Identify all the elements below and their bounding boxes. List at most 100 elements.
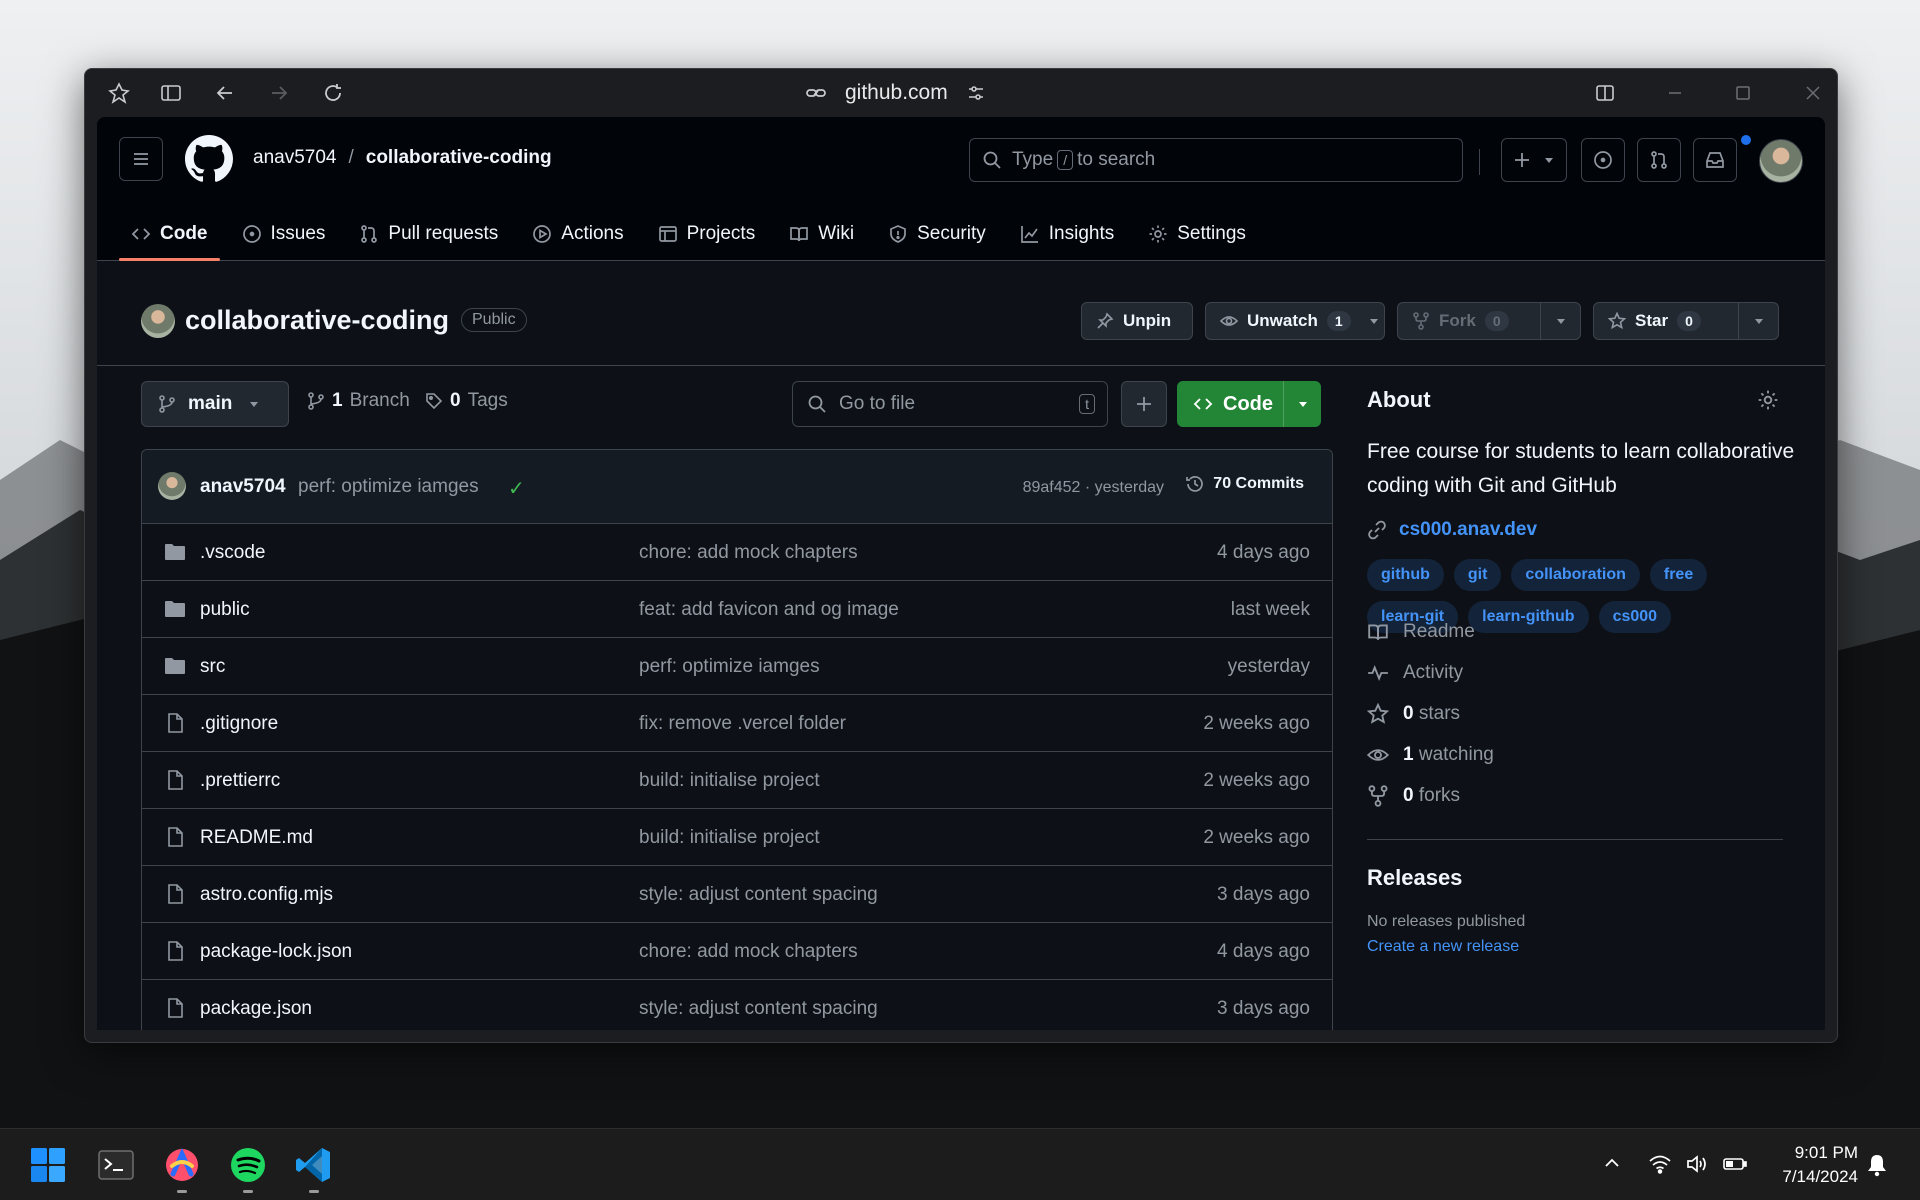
show-hidden-icons[interactable] — [1602, 1153, 1622, 1173]
file-row[interactable]: .prettierrc build: initialise project 2 we… — [142, 752, 1332, 809]
gear-icon[interactable] — [1757, 389, 1779, 416]
volume-status[interactable] — [1685, 1153, 1709, 1175]
commit-author-avatar[interactable] — [158, 472, 186, 500]
tab-insights[interactable]: Insights — [1008, 207, 1126, 261]
spotify-app[interactable] — [226, 1143, 270, 1193]
create-new-button[interactable] — [1501, 138, 1567, 182]
file-commit-message[interactable]: style: adjust content spacing — [639, 884, 878, 906]
code-dropdown[interactable] — [1283, 381, 1321, 427]
fork-button[interactable]: Fork 0 — [1397, 302, 1581, 340]
commit-message[interactable]: perf: optimize iamges — [298, 476, 479, 498]
topic-tag[interactable]: git — [1453, 559, 1502, 591]
split-view-icon[interactable] — [1593, 81, 1617, 105]
site-settings-icon[interactable] — [966, 83, 986, 103]
address-bar[interactable]: github.com — [805, 79, 986, 107]
close-icon[interactable] — [1801, 81, 1825, 105]
check-icon[interactable]: ✓ — [508, 476, 525, 501]
minimize-icon[interactable] — [1663, 81, 1687, 105]
file-name[interactable]: public — [200, 599, 250, 621]
topic-tag[interactable]: github — [1367, 559, 1444, 591]
file-commit-message[interactable]: style: adjust content spacing — [639, 998, 878, 1020]
user-avatar[interactable] — [1759, 139, 1803, 183]
fork-dropdown[interactable] — [1540, 303, 1580, 339]
file-row[interactable]: README.md build: initialise project 2 week… — [142, 809, 1332, 866]
wifi-status[interactable] — [1648, 1153, 1672, 1175]
tab-pull-requests[interactable]: Pull requests — [347, 207, 510, 261]
add-file-button[interactable] — [1121, 381, 1167, 427]
file-name[interactable]: .vscode — [200, 542, 265, 564]
file-row[interactable]: src perf: optimize iamges yesterday — [142, 638, 1332, 695]
vscode-app[interactable] — [292, 1143, 336, 1193]
reload-icon[interactable] — [321, 81, 345, 105]
topic-tag[interactable]: collaboration — [1511, 559, 1640, 591]
repo-owner-avatar[interactable] — [141, 304, 175, 338]
file-name[interactable]: package-lock.json — [200, 941, 352, 963]
url-text[interactable]: github.com — [845, 81, 948, 105]
github-logo-icon[interactable] — [185, 135, 233, 183]
activity-link[interactable]: Activity — [1367, 662, 1463, 684]
file-row[interactable]: package-lock.json chore: add mock chapter… — [142, 923, 1332, 980]
star-button[interactable]: Star 0 — [1593, 302, 1779, 340]
file-commit-message[interactable]: chore: add mock chapters — [639, 941, 858, 963]
search-input[interactable]: Type / to search — [969, 138, 1463, 182]
topic-tag[interactable]: cs000 — [1598, 601, 1672, 633]
file-name[interactable]: src — [200, 656, 225, 678]
file-commit-message[interactable]: feat: add favicon and og image — [639, 599, 899, 621]
tab-issues[interactable]: Issues — [230, 207, 338, 261]
stars-link[interactable]: 0 stars — [1367, 703, 1460, 725]
menu-button[interactable] — [119, 137, 163, 181]
notifications-button[interactable] — [1866, 1153, 1888, 1177]
file-row[interactable]: astro.config.mjs style: adjust content sp… — [142, 866, 1332, 923]
inbox-button[interactable] — [1693, 138, 1737, 182]
file-commit-message[interactable]: build: initialise project — [639, 827, 820, 849]
tab-projects[interactable]: Projects — [646, 207, 768, 261]
file-name[interactable]: README.md — [200, 827, 313, 849]
topic-tag[interactable]: free — [1649, 559, 1708, 591]
commit-author[interactable]: anav5704 — [200, 476, 286, 498]
arc-browser-app[interactable] — [160, 1143, 204, 1193]
forks-link[interactable]: 0 forks — [1367, 785, 1460, 807]
topic-tag[interactable]: learn-github — [1468, 601, 1589, 633]
repo-link[interactable]: collaborative-coding — [366, 147, 552, 169]
repo-title[interactable]: collaborative-coding — [185, 305, 449, 336]
issues-button[interactable] — [1581, 138, 1625, 182]
file-commit-message[interactable]: chore: add mock chapters — [639, 542, 858, 564]
file-commit-message[interactable]: build: initialise project — [639, 770, 820, 792]
branch-selector[interactable]: main — [141, 381, 289, 427]
browser-logo-icon[interactable] — [107, 81, 131, 105]
readme-link[interactable]: Readme — [1367, 621, 1475, 643]
start-button[interactable] — [26, 1143, 70, 1187]
owner-link[interactable]: anav5704 — [253, 147, 336, 169]
maximize-icon[interactable] — [1731, 81, 1755, 105]
unpin-button[interactable]: Unpin — [1081, 302, 1193, 340]
terminal-app[interactable] — [94, 1143, 138, 1187]
battery-status[interactable] — [1722, 1153, 1748, 1175]
system-clock[interactable]: 9:01 PM 7/14/2024 — [1782, 1141, 1858, 1189]
releases-title[interactable]: Releases — [1367, 865, 1462, 891]
create-release-link[interactable]: Create a new release — [1367, 938, 1519, 956]
tab-wiki[interactable]: Wiki — [777, 207, 866, 261]
file-name[interactable]: .prettierrc — [200, 770, 280, 792]
commits-link[interactable]: 70 Commits — [1185, 474, 1304, 494]
tab-settings[interactable]: Settings — [1136, 207, 1258, 261]
branches-link[interactable]: 1 Branch — [307, 390, 410, 412]
go-to-file-input[interactable]: Go to file t — [792, 381, 1108, 427]
file-name[interactable]: astro.config.mjs — [200, 884, 333, 906]
unwatch-button[interactable]: Unwatch 1 — [1205, 302, 1385, 340]
watchers-link[interactable]: 1 watching — [1367, 744, 1494, 766]
tab-code[interactable]: Code — [119, 207, 220, 261]
tab-actions[interactable]: Actions — [520, 207, 635, 261]
commit-hash-time[interactable]: 89af452 · yesterday — [1023, 479, 1164, 497]
file-row[interactable]: package.json style: adjust content spacin… — [142, 980, 1332, 1030]
file-row[interactable]: .vscode chore: add mock chapters 4 days ag… — [142, 524, 1332, 581]
file-name[interactable]: .gitignore — [200, 713, 278, 735]
tags-link[interactable]: 0 Tags — [425, 390, 508, 412]
back-icon[interactable] — [213, 81, 237, 105]
tab-security[interactable]: Security — [876, 207, 998, 261]
file-name[interactable]: package.json — [200, 998, 312, 1020]
file-commit-message[interactable]: perf: optimize iamges — [639, 656, 820, 678]
website-link[interactable]: cs000.anav.dev — [1367, 519, 1537, 541]
forward-icon[interactable] — [267, 81, 291, 105]
file-row[interactable]: .gitignore fix: remove .vercel folder 2 we… — [142, 695, 1332, 752]
watch-dropdown[interactable] — [1365, 303, 1384, 339]
